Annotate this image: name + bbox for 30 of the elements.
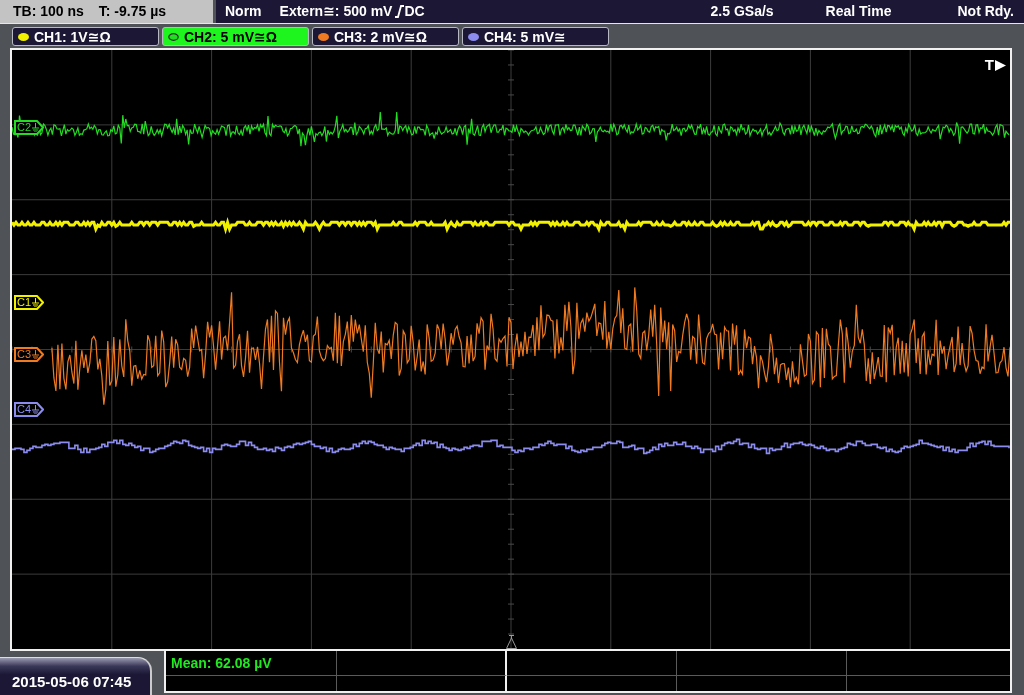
channel-tab[interactable]: CH1: 1V≅Ω (12, 27, 159, 46)
marker-label: C1 (17, 297, 32, 308)
acquisition-state-readout: Not Rdy. (957, 2, 1014, 21)
ground-icon (32, 350, 40, 359)
timebase-readout: TB: 100 ns (13, 2, 84, 21)
ground-icon (32, 405, 40, 414)
channel-marker[interactable]: C4 (14, 402, 44, 417)
trigger-time-readout: T: -9.75 µs (98, 2, 167, 21)
marker-label: C4 (17, 404, 32, 415)
rising-edge-icon (395, 5, 405, 18)
marker-label: C2 (17, 122, 32, 133)
ground-icon (32, 123, 40, 132)
trigger-mode-readout: Norm (225, 2, 262, 21)
triangle-icon (506, 635, 517, 649)
sample-rate-readout: 2.5 GSa/s (710, 2, 774, 21)
trigger-coupling-readout: DC (404, 2, 425, 21)
channel-tab[interactable]: CH2: 5 mV≅Ω (162, 27, 309, 46)
measurement-readout: Mean: 62.08 µV (170, 655, 272, 671)
date-time-display: 2015-05-06 07:45 (0, 657, 152, 695)
channel-tab[interactable]: CH3: 2 mV≅Ω (312, 27, 459, 46)
channel-marker[interactable]: C1 (14, 295, 44, 310)
channel-marker[interactable]: C2 (14, 120, 44, 135)
channel-tab[interactable]: CH4: 5 mV≅ (462, 27, 609, 46)
marker-label: C3 (17, 349, 32, 360)
ground-icon (32, 298, 40, 307)
trigger-label: T (984, 55, 994, 75)
channel-marker[interactable]: C3 (14, 347, 44, 362)
triangle-icon (995, 59, 1006, 71)
acquisition-mode-readout: Real Time (825, 2, 892, 21)
trigger-source-readout: Extern≅: 500 mV (279, 2, 393, 21)
